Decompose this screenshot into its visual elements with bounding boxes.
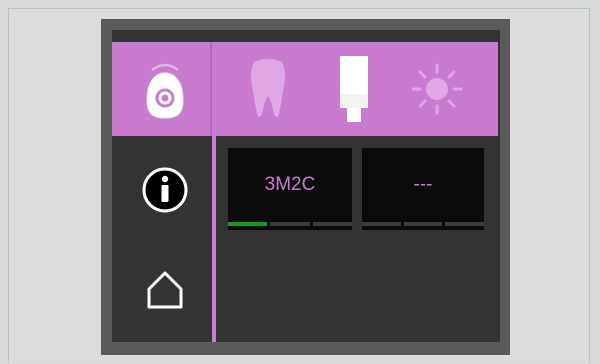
tile-progress-bars [228, 222, 352, 226]
side-navigation [112, 30, 212, 342]
shade-tile-1[interactable]: 3M2C [228, 148, 352, 230]
progress-segment [270, 222, 310, 226]
vertical-divider [212, 42, 216, 342]
progress-segment [445, 222, 485, 226]
progress-segment [312, 222, 352, 226]
shade-tile-label: 3M2C [264, 174, 316, 195]
info-icon [142, 167, 188, 213]
home-icon [147, 271, 183, 309]
device-button[interactable] [120, 42, 210, 136]
progress-segment [403, 222, 443, 226]
home-button[interactable] [120, 250, 210, 330]
tooth-icon [250, 59, 286, 117]
shade-tab-button[interactable] [326, 42, 382, 136]
tile-progress-bars [362, 222, 485, 226]
tooth-button[interactable] [238, 42, 298, 136]
progress-segment [228, 222, 268, 226]
progress-segment [362, 222, 401, 226]
shade-tile-2[interactable]: --- [362, 148, 485, 230]
device-screen: 3M2C --- [112, 30, 500, 342]
shade-tile-label: --- [413, 174, 433, 195]
sun-light-icon [411, 63, 463, 115]
curing-light-device-icon [146, 63, 184, 119]
info-button[interactable] [120, 150, 210, 230]
shade-tab-icon [340, 56, 368, 122]
light-button[interactable] [402, 42, 472, 136]
